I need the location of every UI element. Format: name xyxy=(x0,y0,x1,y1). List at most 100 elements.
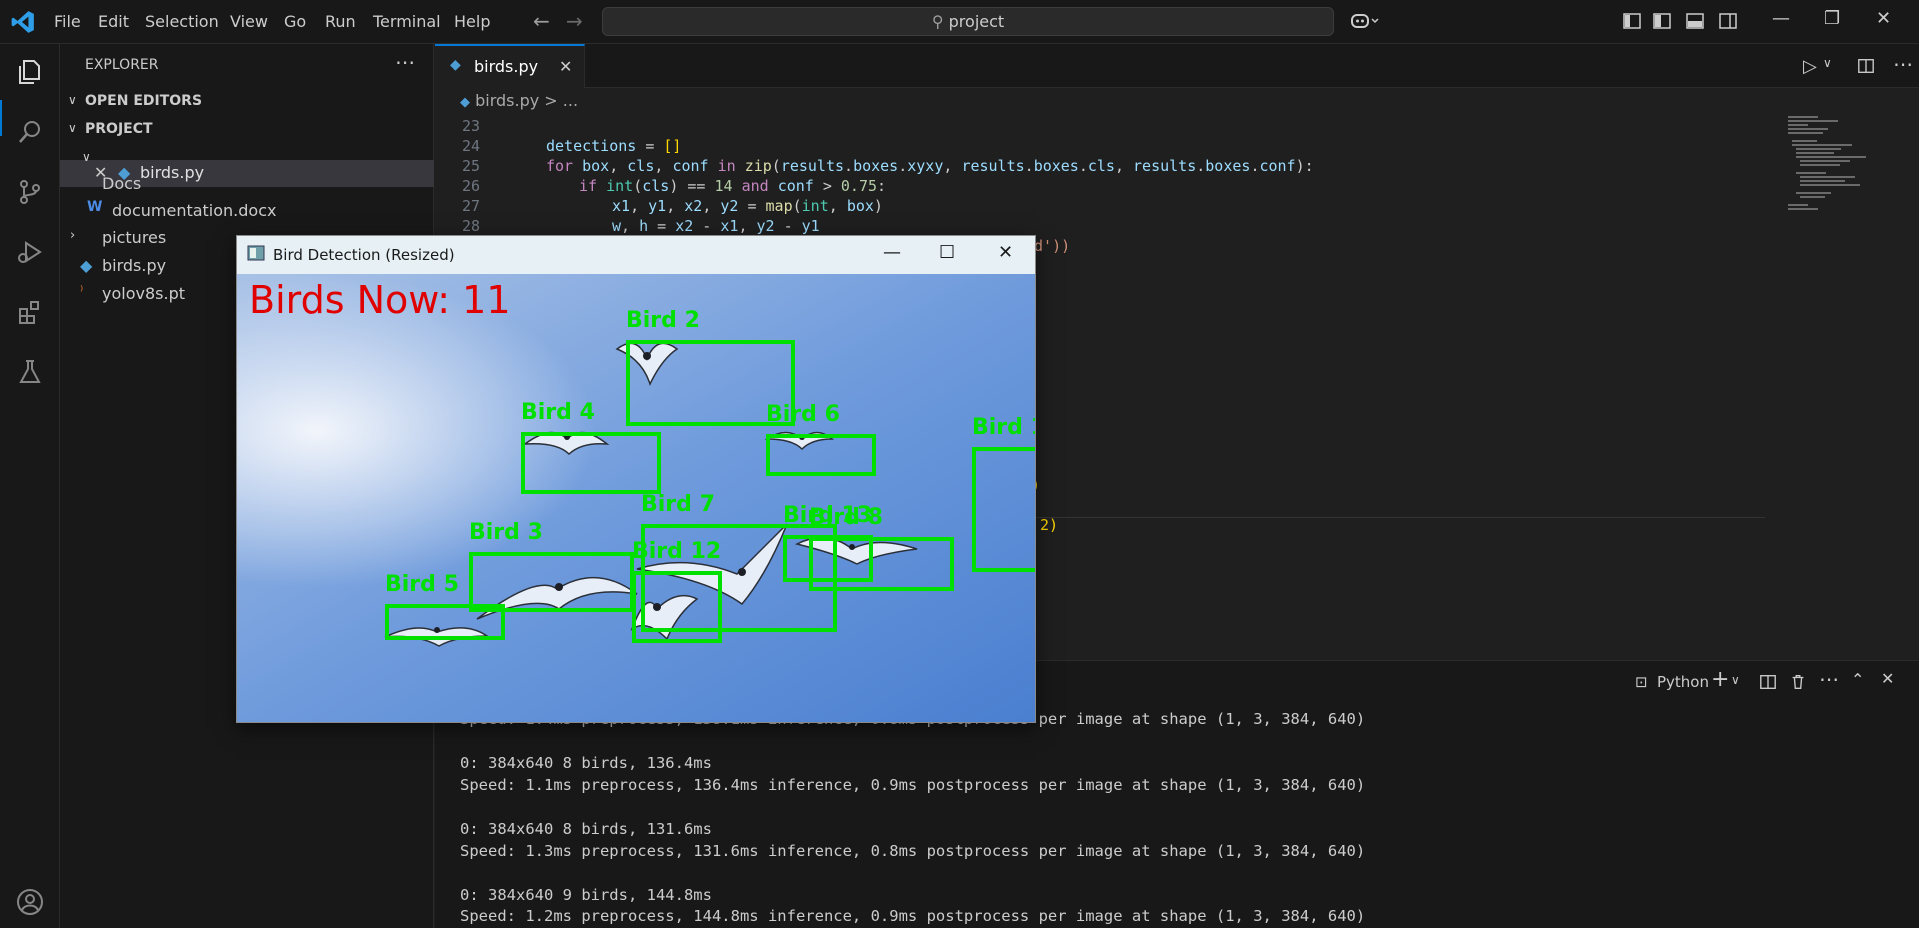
python-file-icon: ◆ xyxy=(80,256,93,275)
editor-tab-bar: ▷ ∨ ⋯ xyxy=(435,44,1919,88)
chevron-down-icon[interactable]: ∨ xyxy=(1823,56,1832,70)
menu-edit[interactable]: Edit xyxy=(98,12,129,31)
more-actions-icon[interactable]: ⋯ xyxy=(1819,667,1839,691)
more-actions-icon[interactable]: ⋯ xyxy=(1893,52,1913,76)
tab-label: birds.py xyxy=(474,57,539,76)
back-arrow-icon[interactable]: ← xyxy=(533,9,550,33)
code-line-24: detections = [] xyxy=(546,137,682,155)
trash-icon[interactable] xyxy=(1789,673,1807,691)
account-icon[interactable] xyxy=(15,887,45,917)
maximize-icon[interactable]: ☐ xyxy=(939,242,955,263)
split-terminal-icon[interactable] xyxy=(1759,673,1777,691)
label-bird-12: Bird 12 xyxy=(632,539,722,564)
label-bird-3: Bird 3 xyxy=(469,520,543,545)
breadcrumb-separator: > xyxy=(544,91,558,110)
customize-layout-icon[interactable] xyxy=(1622,11,1642,31)
terminal-line: 0: 384x640 9 birds, 144.8ms xyxy=(460,886,712,904)
run-debug-icon[interactable] xyxy=(15,237,45,267)
terminal-icon: ⊡ xyxy=(1635,673,1648,691)
toggle-sidebar-icon[interactable] xyxy=(1652,11,1672,31)
bbox-bird-4 xyxy=(521,432,661,494)
vscode-logo-icon[interactable] xyxy=(10,9,36,35)
new-terminal-icon[interactable]: + xyxy=(1711,667,1729,692)
chevron-down-icon[interactable]: ∨ xyxy=(68,93,77,107)
line-number: 23 xyxy=(461,117,480,135)
activity-bar xyxy=(0,44,60,928)
testing-flask-icon[interactable] xyxy=(15,357,45,387)
chevron-down-icon[interactable]: ∨ xyxy=(1731,673,1740,687)
tree-file-yolo[interactable]: yolov8s.pt xyxy=(102,284,185,303)
menu-terminal[interactable]: Terminal xyxy=(373,12,441,31)
run-python-icon[interactable]: ▷ xyxy=(1803,56,1817,77)
line-number: 27 xyxy=(461,197,480,215)
open-editor-label: birds.py xyxy=(140,163,205,182)
breadcrumb-rest[interactable]: ... xyxy=(563,91,578,110)
close-panel-icon[interactable]: ✕ xyxy=(1881,669,1894,688)
terminal-line: Speed: 1.1ms preprocess, 136.4ms inferen… xyxy=(460,776,1366,794)
label-bird-1: Bird 1 xyxy=(972,415,1035,440)
code-line-25: for box, cls, conf in zip(results.boxes.… xyxy=(546,157,1314,175)
more-actions-icon[interactable]: ⋯ xyxy=(395,50,415,74)
project-header[interactable]: PROJECT xyxy=(85,121,153,137)
menu-go[interactable]: Go xyxy=(284,12,306,31)
word-file-icon: W xyxy=(87,199,103,215)
restore-icon[interactable]: ❐ xyxy=(1824,8,1840,29)
code-line-26: if int(cls) == 14 and conf > 0.75: xyxy=(579,177,887,195)
line-number: 28 xyxy=(461,217,480,235)
search-sidebar-icon[interactable] xyxy=(15,117,45,147)
label-bird-4: Bird 4 xyxy=(521,400,595,425)
source-control-icon[interactable] xyxy=(15,177,45,207)
split-editor-icon[interactable] xyxy=(1857,57,1875,75)
rss-file-icon: ⁾ xyxy=(80,284,84,299)
menu-view[interactable]: View xyxy=(230,12,268,31)
terminal-line: Speed: 1.2ms preprocess, 144.8ms inferen… xyxy=(460,907,1366,925)
extensions-icon[interactable] xyxy=(15,297,45,327)
active-indicator xyxy=(0,100,2,136)
label-bird-7: Bird 7 xyxy=(641,492,715,517)
toggle-panel-icon[interactable] xyxy=(1685,11,1705,31)
breadcrumb-file[interactable]: birds.py xyxy=(475,91,539,110)
menu-run[interactable]: Run xyxy=(325,12,356,31)
close-tab-icon[interactable]: ✕ xyxy=(559,57,572,76)
chevron-down-icon[interactable]: ∨ xyxy=(68,121,77,135)
toggle-secondary-sidebar-icon[interactable] xyxy=(1718,11,1738,31)
minimize-icon[interactable]: — xyxy=(883,242,901,263)
search-text: project xyxy=(948,12,1005,31)
explorer-icon[interactable] xyxy=(15,57,45,87)
bbox-bird-8 xyxy=(809,537,954,591)
title-bar: File Edit Selection View Go Run Terminal… xyxy=(0,0,1919,44)
menu-selection[interactable]: Selection xyxy=(145,12,219,31)
line-number: 26 xyxy=(461,177,480,195)
forward-arrow-icon[interactable]: → xyxy=(566,9,583,33)
menu-help[interactable]: Help xyxy=(454,12,490,31)
minimize-icon[interactable]: — xyxy=(1772,8,1790,29)
close-window-icon[interactable]: ✕ xyxy=(1876,8,1891,29)
tree-file-documentation[interactable]: documentation.docx xyxy=(112,201,276,220)
bbox-bird-5 xyxy=(385,604,505,640)
window-app-icon xyxy=(247,245,265,261)
bbox-bird-12 xyxy=(632,571,722,643)
maximize-panel-icon[interactable]: ⌃ xyxy=(1851,670,1864,689)
menu-file[interactable]: File xyxy=(54,12,81,31)
chevron-right-icon[interactable]: › xyxy=(70,228,75,243)
close-window-icon[interactable]: ✕ xyxy=(998,242,1013,263)
minimap[interactable] xyxy=(1786,114,1866,234)
bbox-bird-1 xyxy=(972,447,1035,572)
copilot-icon[interactable] xyxy=(1350,11,1380,31)
command-center-search[interactable]: ⚲ project xyxy=(602,7,1334,36)
tree-file-birds[interactable]: birds.py xyxy=(102,256,166,275)
search-icon: ⚲ xyxy=(931,12,949,31)
label-bird-2: Bird 2 xyxy=(626,308,700,333)
detection-image: Birds Now: 11 Bird 2 Bird 4 Bird 6 Bird … xyxy=(237,274,1035,722)
terminal-shell-label[interactable]: Python xyxy=(1657,673,1709,691)
bird-detection-window[interactable]: Bird Detection (Resized) — ☐ ✕ Birds Now… xyxy=(236,235,1036,723)
code-line-27: x1, y1, x2, y2 = map(int, box) xyxy=(612,197,883,215)
python-file-icon: ◆ xyxy=(460,95,470,110)
bbox-bird-6 xyxy=(766,434,876,476)
tree-folder-pictures[interactable]: pictures xyxy=(102,228,166,247)
open-editors-header[interactable]: OPEN EDITORS xyxy=(85,93,202,109)
terminal-line: 0: 384x640 8 birds, 131.6ms xyxy=(460,820,712,838)
tree-folder-docs[interactable]: Docs xyxy=(102,174,141,193)
chevron-down-icon[interactable]: ∨ xyxy=(82,150,91,164)
tab-birds-py[interactable]: ◆ birds.py ✕ xyxy=(435,44,585,88)
